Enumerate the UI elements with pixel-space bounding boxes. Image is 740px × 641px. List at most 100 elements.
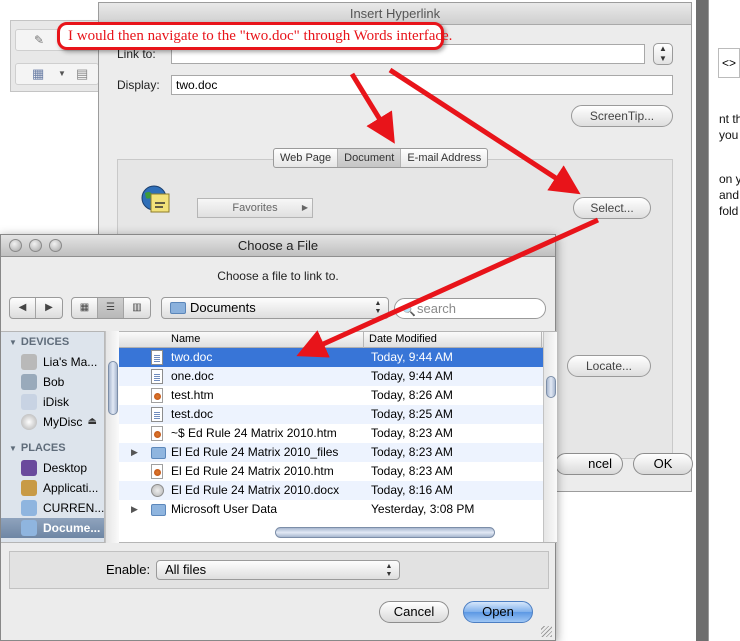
edge-text: you	[719, 128, 739, 142]
sidebar-item-current[interactable]: CURREN...	[1, 498, 104, 518]
file-date: Today, 8:23 AM	[371, 464, 453, 478]
file-date: Today, 8:25 AM	[371, 407, 453, 421]
dialog-title: Choose a File	[1, 235, 555, 257]
resize-grip-icon[interactable]	[541, 626, 552, 637]
sidebar-item-bob[interactable]: Bob	[1, 372, 104, 392]
scroll-thumb[interactable]	[546, 376, 556, 398]
link-to-stepper[interactable]: ▲ ▼	[653, 43, 673, 65]
applications-icon	[21, 480, 37, 496]
table-grid-icon[interactable]: ▦	[32, 66, 44, 82]
column-header-date[interactable]: Date Modified	[369, 333, 437, 345]
cancel-button[interactable]: Cancel	[379, 601, 449, 623]
sidebar-item-applications[interactable]: Applicati...	[1, 478, 104, 498]
places-header[interactable]: ▼ PLACES	[9, 442, 66, 454]
file-row[interactable]: El Ed Rule 24 Matrix 2010.htm Today, 8:23…	[119, 462, 543, 481]
file-name: one.doc	[171, 369, 214, 383]
window-divider	[696, 0, 708, 641]
display-field[interactable]: two.doc	[171, 75, 673, 95]
sidebar-item-idisk[interactable]: iDisk	[1, 392, 104, 412]
search-field[interactable]: 🔍 search	[394, 298, 546, 319]
pencil-icon[interactable]: ✎	[34, 33, 44, 47]
location-label: Documents	[190, 300, 256, 315]
sidebar-item-label: Desktop	[43, 461, 88, 475]
scroll-thumb[interactable]	[108, 361, 118, 415]
file-name: two.doc	[171, 350, 213, 364]
file-row[interactable]: El Ed Rule 24 Matrix 2010.docx Today, 8:1…	[119, 481, 543, 500]
scroll-thumb[interactable]	[275, 527, 495, 538]
enable-value: All files	[165, 562, 207, 577]
document-icon	[151, 426, 163, 441]
link-type-tabs: Web Page Document E-mail Address	[273, 148, 489, 168]
sidebar-scrollbar[interactable]	[105, 331, 119, 543]
tab-web-page[interactable]: Web Page	[274, 149, 339, 167]
edge-text: on y	[719, 172, 740, 186]
file-row[interactable]: test.doc Today, 8:25 AM	[119, 405, 543, 424]
back-arrow-icon[interactable]: ◀	[10, 298, 36, 318]
favorites-popup[interactable]: Favorites ▶	[197, 198, 313, 218]
locate-button[interactable]: Locate...	[567, 355, 651, 377]
eject-icon[interactable]: ⏏	[88, 412, 97, 432]
sidebar-item-label: Docume...	[43, 521, 101, 535]
forward-arrow-icon[interactable]: ▶	[36, 298, 62, 318]
folder-icon	[170, 302, 186, 314]
file-row[interactable]: test.htm Today, 8:26 AM	[119, 386, 543, 405]
chevron-down-icon[interactable]: ▼	[58, 69, 66, 78]
edge-text: nt th	[719, 112, 740, 126]
document-icon	[151, 369, 163, 384]
file-date: Today, 8:23 AM	[371, 426, 453, 440]
sidebar-item-desktop[interactable]: Desktop	[1, 458, 104, 478]
document-icon	[151, 464, 163, 479]
tab-email-address[interactable]: E-mail Address	[401, 149, 487, 167]
enable-popup[interactable]: All files ▲ ▼	[156, 560, 400, 580]
open-button[interactable]: Open	[463, 601, 533, 623]
hyperlink-cancel-button[interactable]: ncel	[555, 453, 623, 475]
sidebar-item-label: Bob	[43, 375, 65, 389]
column-divider[interactable]	[363, 332, 364, 348]
file-name: El Ed Rule 24 Matrix 2010_files	[171, 445, 339, 459]
file-row[interactable]: two.doc Today, 9:44 AM	[119, 348, 543, 367]
list-view-icon[interactable]: ☰	[98, 298, 124, 318]
disc-icon	[21, 414, 37, 430]
icon-view-icon[interactable]: ▦	[72, 298, 98, 318]
file-row[interactable]: ~$ Ed Rule 24 Matrix 2010.htm Today, 8:23…	[119, 424, 543, 443]
enable-label: Enable:	[106, 562, 151, 577]
location-popup[interactable]: Documents ▲ ▼	[161, 297, 389, 319]
file-date: Today, 8:26 AM	[371, 388, 453, 402]
zoom-icon[interactable]	[49, 239, 62, 252]
column-view-icon[interactable]: ▥	[124, 298, 150, 318]
disclosure-triangle-icon[interactable]: ▶	[131, 443, 138, 462]
select-button[interactable]: Select...	[573, 197, 651, 219]
search-icon: 🔍	[402, 305, 416, 317]
document-icon	[151, 388, 163, 403]
file-list: Name Date Modified two.doc Today, 9:44 AM…	[119, 331, 557, 543]
horizontal-scrollbar[interactable]	[105, 525, 495, 539]
edge-text: and	[719, 188, 740, 202]
view-mode-buttons: ▦ ☰ ▥	[71, 297, 151, 319]
disclosure-down-icon: ▼	[9, 338, 17, 347]
file-name: test.htm	[171, 388, 214, 402]
folder-icon	[151, 447, 166, 459]
popup-arrows-icon: ▲ ▼	[374, 300, 382, 315]
code-view-icon[interactable]: <>	[718, 48, 740, 78]
minimize-icon[interactable]	[29, 239, 42, 252]
back-forward-buttons: ◀ ▶	[9, 297, 63, 319]
file-row[interactable]: ▶ El Ed Rule 24 Matrix 2010_files Today, 8…	[119, 443, 543, 462]
format-icon[interactable]: ▤	[76, 66, 88, 82]
sidebar-item-computer[interactable]: Lia's Ma...	[1, 352, 104, 372]
file-row[interactable]: one.doc Today, 9:44 AM	[119, 367, 543, 386]
hyperlink-globe-icon	[141, 185, 170, 213]
sidebar-item-documents[interactable]: Docume...	[1, 518, 104, 538]
tab-document[interactable]: Document	[338, 149, 402, 167]
sidebar-item-mydisc[interactable]: MyDisc ⏏	[1, 412, 104, 432]
hyperlink-ok-button[interactable]: OK	[633, 453, 693, 475]
devices-header[interactable]: ▼ DEVICES	[9, 336, 69, 348]
screentip-button[interactable]: ScreenTip...	[571, 105, 673, 127]
file-list-scrollbar[interactable]	[543, 332, 557, 542]
file-row[interactable]: ▶ Microsoft User Data Yesterday, 3:08 PM	[119, 500, 543, 519]
file-date: Today, 9:44 AM	[371, 350, 453, 364]
sidebar-item-label: MyDisc	[43, 415, 83, 429]
column-header-name[interactable]: Name	[171, 333, 200, 345]
disclosure-triangle-icon[interactable]: ▶	[131, 500, 138, 519]
close-icon[interactable]	[9, 239, 22, 252]
column-divider[interactable]	[541, 332, 542, 348]
